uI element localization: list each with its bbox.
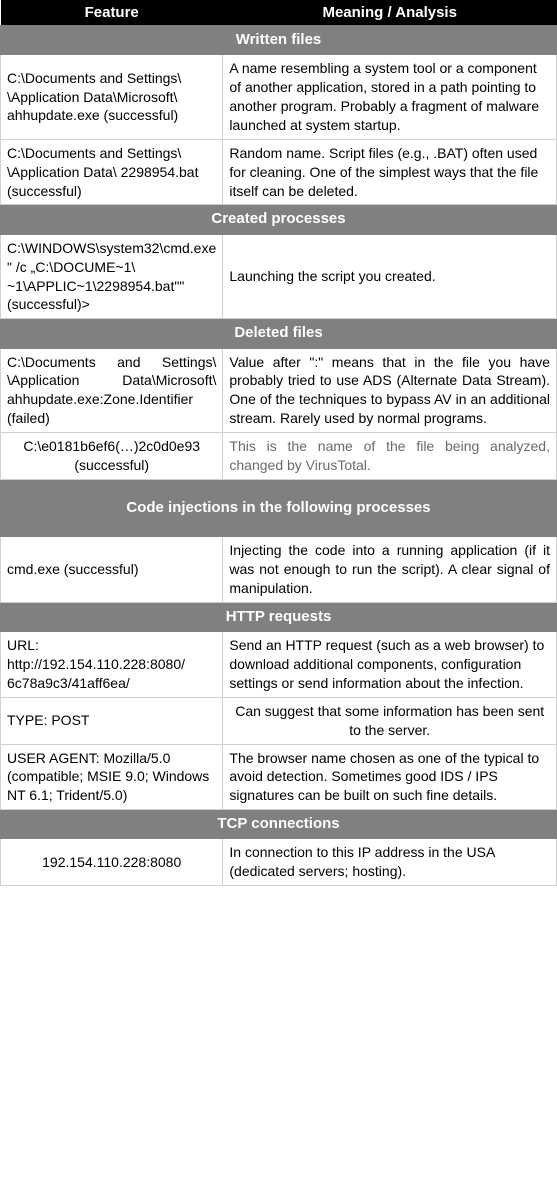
meaning-cell: Injecting the code into a running applic… [223,537,557,603]
meaning-cell: Value after ":" means that in the file y… [223,348,557,433]
section-header: Created processes [1,205,557,234]
section-title: HTTP requests [1,602,557,631]
meaning-cell: This is the name of the file being analy… [223,433,557,480]
meaning-cell: Launching the script you created. [223,234,557,319]
section-header: Code injections in the following process… [1,479,557,536]
meaning-cell: A name resembling a system tool or a com… [223,55,557,140]
table-row: URL: http://192.154.110.228:8080/ 6c78a9… [1,632,557,698]
table-row: C:\Documents and Settings\ \Application … [1,139,557,205]
section-title: Written files [1,26,557,55]
meaning-cell: Random name. Script files (e.g., .BAT) o… [223,139,557,205]
feature-cell: USER AGENT: Mozilla/5.0 (compatible; MSI… [1,744,223,810]
feature-cell: 192.154.110.228:8080 [1,839,223,886]
feature-cell: cmd.exe (successful) [1,537,223,603]
table-row: TYPE: POSTCan suggest that some informat… [1,697,557,744]
header-row: Feature Meaning / Analysis [1,0,557,26]
header-meaning: Meaning / Analysis [223,0,557,26]
table-row: C:\Documents and Settings\ \Application … [1,55,557,140]
feature-cell: TYPE: POST [1,697,223,744]
feature-cell: URL: http://192.154.110.228:8080/ 6c78a9… [1,632,223,698]
section-header: Deleted files [1,319,557,348]
meaning-cell: Send an HTTP request (such as a web brow… [223,632,557,698]
section-header: TCP connections [1,810,557,839]
section-title: TCP connections [1,810,557,839]
table-row: USER AGENT: Mozilla/5.0 (compatible; MSI… [1,744,557,810]
table-row: 192.154.110.228:8080In connection to thi… [1,839,557,886]
section-title: Deleted files [1,319,557,348]
table-row: C:\WINDOWS\system32\cmd.exe" /c „C:\DOCU… [1,234,557,319]
section-title: Code injections in the following process… [1,479,557,536]
meaning-cell: In connection to this IP address in the … [223,839,557,886]
analysis-table: Feature Meaning / Analysis Written files… [0,0,557,886]
table-row: C:\e0181b6ef6(…)2c0d0e93 (successful)Thi… [1,433,557,480]
section-header: Written files [1,26,557,55]
table-row: C:\Documents and Settings\ \Application … [1,348,557,433]
header-feature: Feature [1,0,223,26]
meaning-cell: Can suggest that some information has be… [223,697,557,744]
feature-cell: C:\Documents and Settings\ \Application … [1,55,223,140]
section-header: HTTP requests [1,602,557,631]
table-row: cmd.exe (successful)Injecting the code i… [1,537,557,603]
feature-cell: C:\e0181b6ef6(…)2c0d0e93 (successful) [1,433,223,480]
meaning-cell: The browser name chosen as one of the ty… [223,744,557,810]
section-title: Created processes [1,205,557,234]
feature-cell: C:\WINDOWS\system32\cmd.exe" /c „C:\DOCU… [1,234,223,319]
feature-cell: C:\Documents and Settings\ \Application … [1,139,223,205]
feature-cell: C:\Documents and Settings\ \Application … [1,348,223,433]
